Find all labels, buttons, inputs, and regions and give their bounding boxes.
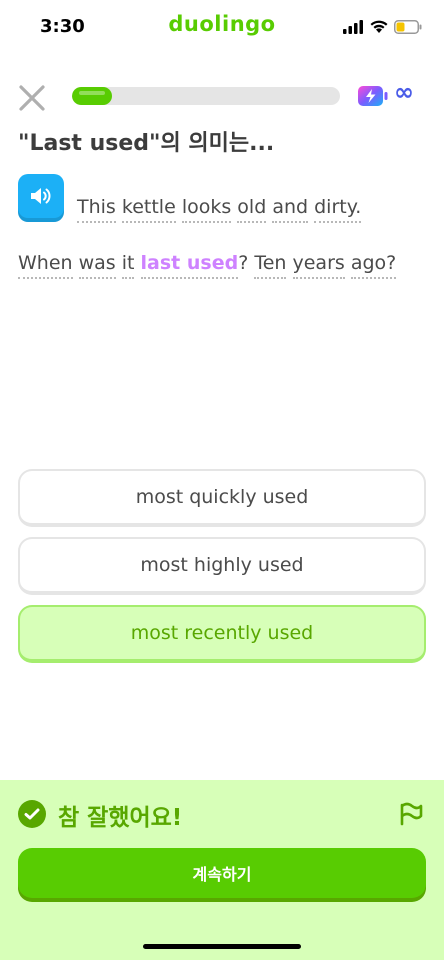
close-icon[interactable] xyxy=(16,82,48,114)
answer-option-correct[interactable]: most recently used xyxy=(18,605,426,663)
check-circle-icon xyxy=(18,800,46,828)
word[interactable]: kettle xyxy=(121,196,176,223)
flag-icon[interactable] xyxy=(398,800,424,826)
question-title: "Last used"의 의미는... xyxy=(18,131,275,156)
word[interactable]: and xyxy=(272,196,309,223)
word[interactable]: was xyxy=(78,252,116,279)
word[interactable]: dirty. xyxy=(314,196,362,223)
word[interactable]: This xyxy=(77,196,116,223)
feedback-title: 참 잘했어요! xyxy=(58,805,183,831)
progress-fill xyxy=(72,87,113,105)
lesson-progress-bar xyxy=(72,87,340,105)
word[interactable]: When xyxy=(18,252,73,279)
wifi-icon xyxy=(370,20,388,33)
battery-icon xyxy=(394,20,422,34)
continue-button[interactable]: 계속하기 xyxy=(18,848,426,898)
word[interactable]: old xyxy=(237,196,267,223)
option-label: most quickly used xyxy=(135,486,309,508)
answer-option[interactable]: most quickly used xyxy=(18,469,426,527)
speaker-icon xyxy=(31,188,51,204)
cellular-signal-icon xyxy=(343,20,363,34)
word[interactable]: years xyxy=(292,252,345,279)
energy-battery-icon[interactable] xyxy=(357,84,389,108)
home-indicator xyxy=(143,944,301,949)
question-mark: ? xyxy=(238,252,249,274)
word[interactable]: looks xyxy=(181,196,232,223)
option-label: most recently used xyxy=(130,622,314,644)
word[interactable]: Ten xyxy=(254,252,287,279)
highlighted-phrase[interactable]: last used xyxy=(140,252,239,279)
sentence-line-2: When was it last used? Ten years ago? xyxy=(18,252,397,279)
continue-label: 계속하기 xyxy=(192,865,252,884)
sentence-line-1: This kettle looks old and dirty. xyxy=(77,196,362,223)
option-label: most highly used xyxy=(140,554,304,576)
speaker-button[interactable] xyxy=(18,174,64,218)
word[interactable]: ago? xyxy=(350,252,397,279)
infinity-energy-label: ∞ xyxy=(394,78,414,106)
answer-option[interactable]: most highly used xyxy=(18,537,426,595)
word[interactable]: it xyxy=(121,252,135,279)
